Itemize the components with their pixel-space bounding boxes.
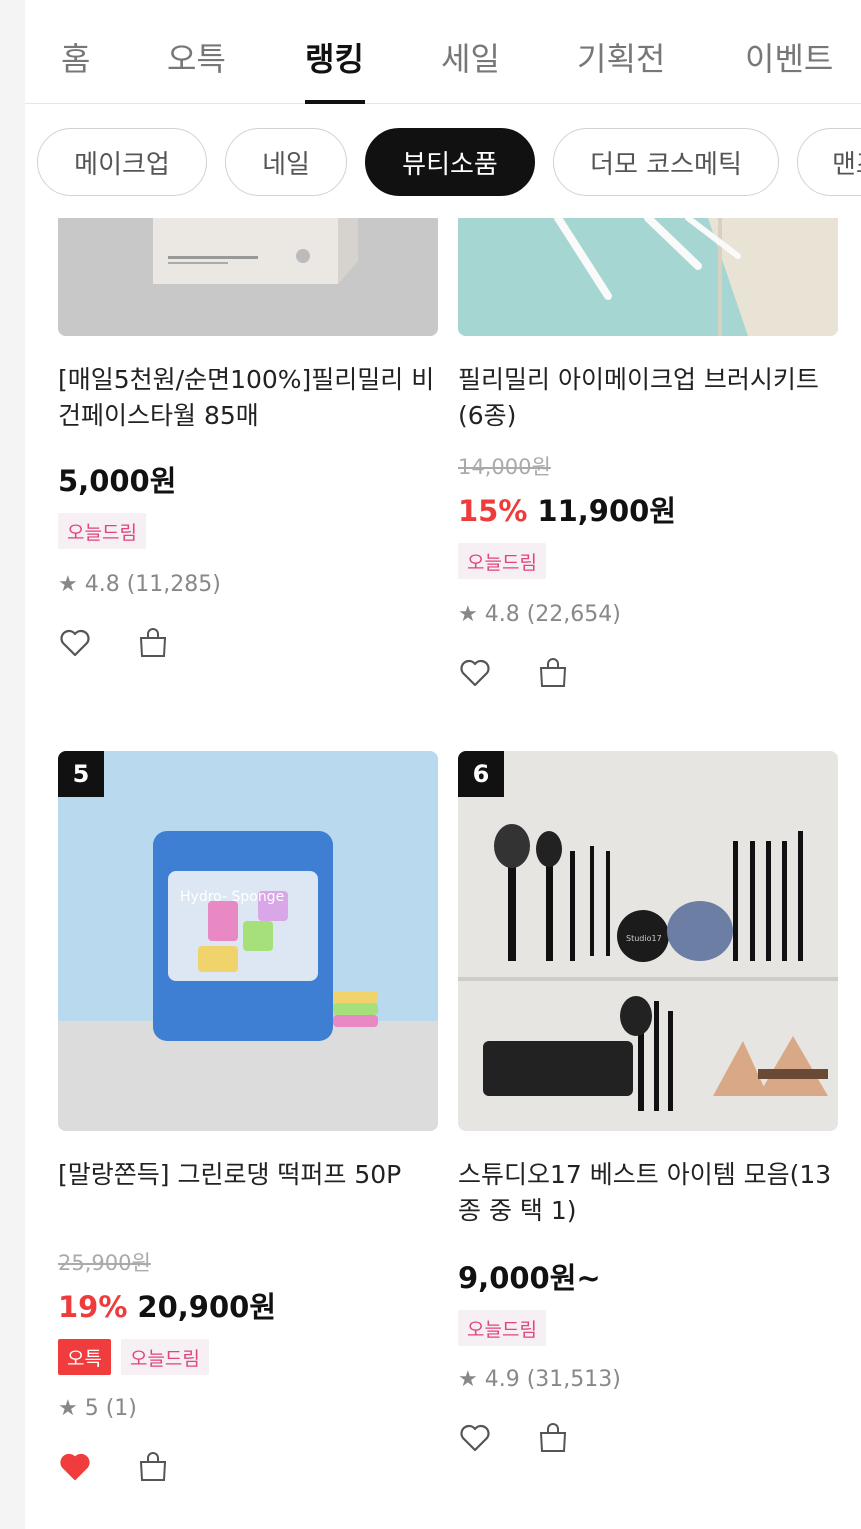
rating-value: 5 (1): [84, 1396, 137, 1421]
product-image[interactable]: Studio17 6: [458, 751, 838, 1131]
badge-group: 오늘드림: [458, 1310, 546, 1346]
discount-rate: 15%: [458, 494, 528, 528]
original-price: 14,000원: [458, 455, 551, 479]
ranking-panel: 홈 오특 랭킹 세일 기획전 이벤트 메이크업 네일 뷰티소품 더모 코스메틱 …: [25, 0, 861, 1529]
rating: ★ 4.8 (22,654): [458, 602, 621, 627]
product-name[interactable]: 스튜디오17 베스트 아이템 모음(13종 중 택 1): [458, 1157, 838, 1229]
image-label: Hydro- Sponge: [180, 889, 284, 905]
today-delivery-badge: 오늘드림: [458, 543, 546, 579]
product-grid: [매일5천원/순면100%]필리밀리 비건페이스타월 85매 5,000원 오늘…: [25, 218, 861, 1529]
sale-price: 11,900원: [537, 494, 677, 528]
heart-icon[interactable]: [458, 1421, 492, 1455]
product-price: 15% 11,900원: [458, 488, 676, 530]
top-tab-bar: 홈 오특 랭킹 세일 기획전 이벤트: [25, 0, 861, 104]
star-icon: ★: [458, 1367, 478, 1392]
today-delivery-badge: 오늘드림: [58, 513, 146, 549]
sale-price: 20,900원: [137, 1290, 277, 1324]
rating-value: 4.8 (22,654): [484, 602, 621, 627]
image-label: Studio17: [626, 934, 662, 943]
chip-nail[interactable]: 네일: [225, 128, 347, 196]
tab-exhibition[interactable]: 기획전: [577, 34, 665, 80]
tab-otuk[interactable]: 오특: [167, 34, 226, 80]
chip-beauty-tools[interactable]: 뷰티소품: [365, 128, 535, 196]
shopping-bag-icon[interactable]: [136, 626, 170, 660]
chip-mens-care[interactable]: 맨즈케어: [797, 128, 861, 196]
product-actions: [458, 656, 588, 690]
shopping-bag-icon[interactable]: [136, 1450, 170, 1484]
tab-ranking[interactable]: 랭킹: [305, 34, 364, 80]
product-image[interactable]: [458, 218, 838, 336]
product-actions: [458, 1421, 588, 1455]
product-card[interactable]: Hydro- Sponge 5 [말랑쫀득] 그린로댕 떡퍼프 50P 25,9…: [58, 751, 438, 1491]
heart-icon[interactable]: [58, 626, 92, 660]
product-price: 19% 20,900원: [58, 1284, 276, 1326]
star-icon: ★: [458, 602, 478, 627]
today-delivery-badge: 오늘드림: [458, 1310, 546, 1346]
studio17-set-image: Studio17: [458, 751, 838, 1131]
sponge-pack-image: Hydro- Sponge: [58, 751, 438, 1131]
product-image[interactable]: [58, 218, 438, 336]
tab-sale[interactable]: 세일: [441, 34, 500, 80]
product-card[interactable]: [매일5천원/순면100%]필리밀리 비건페이스타월 85매 5,000원 오늘…: [58, 218, 438, 698]
product-actions: [58, 626, 188, 660]
badge-group: 오늘드림: [458, 543, 546, 579]
discount-rate: 19%: [58, 1290, 128, 1324]
shopping-bag-icon[interactable]: [536, 656, 570, 690]
badge-group: 오늘드림: [58, 513, 146, 549]
product-name[interactable]: [매일5천원/순면100%]필리밀리 비건페이스타월 85매: [58, 362, 438, 434]
original-price: 25,900원: [58, 1251, 151, 1275]
star-icon: ★: [58, 1396, 78, 1421]
today-delivery-badge: 오늘드림: [120, 1339, 209, 1375]
badge-group: 오특 오늘드림: [58, 1339, 209, 1375]
star-icon: ★: [58, 572, 78, 597]
product-name[interactable]: 필리밀리 아이메이크업 브러시키트(6종): [458, 362, 838, 434]
rating: ★ 5 (1): [58, 1396, 137, 1421]
chip-dermo-cosmetic[interactable]: 더모 코스메틱: [553, 128, 779, 196]
rating-value: 4.9 (31,513): [484, 1367, 621, 1392]
category-chip-bar: 메이크업 네일 뷰티소품 더모 코스메틱 맨즈케어: [25, 104, 861, 218]
heart-icon[interactable]: [458, 656, 492, 690]
chip-makeup[interactable]: 메이크업: [37, 128, 207, 196]
product-card[interactable]: 필리밀리 아이메이크업 브러시키트(6종) 14,000원 15% 11,900원…: [458, 218, 838, 698]
shopping-bag-icon[interactable]: [536, 1421, 570, 1455]
heart-filled-icon[interactable]: [58, 1450, 92, 1484]
rating: ★ 4.9 (31,513): [458, 1367, 621, 1392]
rank-badge: 6: [458, 751, 504, 797]
product-name[interactable]: [말랑쫀득] 그린로댕 떡퍼프 50P: [58, 1157, 438, 1193]
product-actions: [58, 1450, 188, 1484]
towel-box-image: [58, 218, 438, 336]
product-card[interactable]: Studio17 6 스튜디오17 베스트 아이템 모음(13종 중 택 1) …: [458, 751, 838, 1452]
product-price: 9,000원~: [458, 1261, 601, 1295]
tab-home[interactable]: 홈: [61, 34, 90, 80]
rating-value: 4.8 (11,285): [84, 572, 221, 597]
rating: ★ 4.8 (11,285): [58, 572, 221, 597]
otuk-badge: 오특: [58, 1339, 111, 1375]
product-price: 5,000원: [58, 464, 177, 498]
product-image[interactable]: Hydro- Sponge 5: [58, 751, 438, 1131]
tab-event[interactable]: 이벤트: [745, 34, 833, 80]
brush-kit-image: [458, 218, 838, 336]
rank-badge: 5: [58, 751, 104, 797]
